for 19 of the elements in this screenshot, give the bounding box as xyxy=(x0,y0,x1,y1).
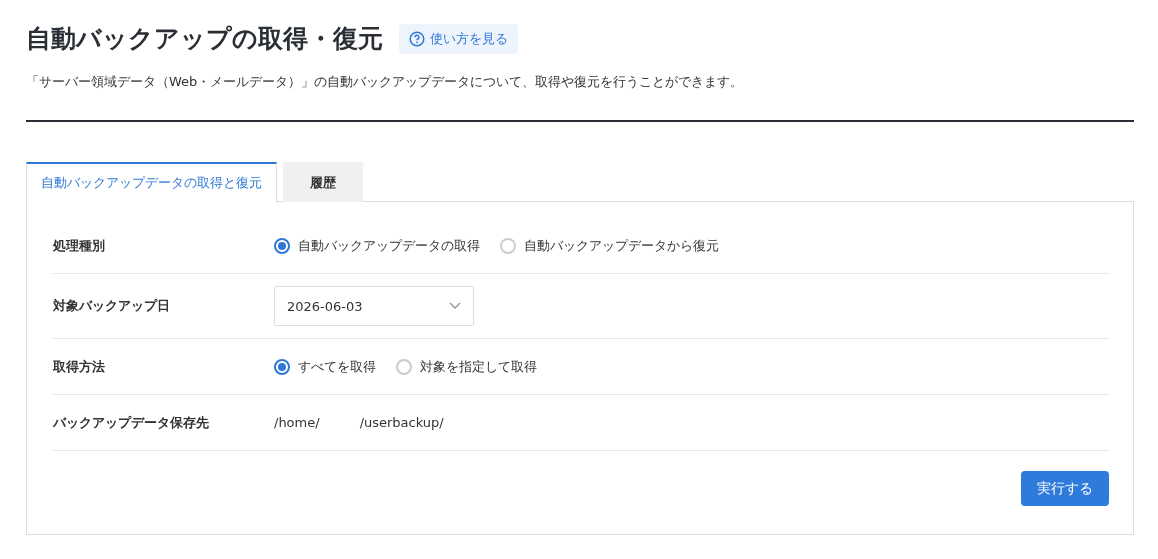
chevron-down-icon xyxy=(449,302,461,310)
radio-option[interactable]: 自動バックアップデータから復元 xyxy=(500,236,719,255)
field-label: 取得方法 xyxy=(53,357,106,376)
tab[interactable]: 履歴 xyxy=(283,162,363,202)
date-select[interactable]: 2026-06-03 xyxy=(274,286,474,326)
path-text: /home/ xyxy=(274,415,320,430)
field-label: 処理種別 xyxy=(53,236,106,255)
submit-button[interactable]: 実行する xyxy=(1021,471,1109,506)
radio-option[interactable]: すべてを取得 xyxy=(274,357,376,376)
field-label: 対象バックアップ日 xyxy=(53,297,171,315)
path-text: /userbackup/ xyxy=(359,415,444,430)
help-link[interactable]: 使い方を見る xyxy=(399,23,518,54)
field-label: バックアップデータ保存先 xyxy=(53,413,210,432)
page-description: 「サーバー領域データ（Web・メールデータ）」の自動バックアップデータについて、取得や復元を行うことができます。 xyxy=(26,73,745,91)
help-icon xyxy=(409,30,425,47)
tab[interactable]: 自動バックアップデータの取得と復元 xyxy=(26,162,277,202)
page-title: 自動バックアップの取得・復元 xyxy=(26,23,383,55)
radio-option[interactable]: 対象を指定して取得 xyxy=(396,357,537,376)
radio-option[interactable]: 自動バックアップデータの取得 xyxy=(274,236,480,255)
